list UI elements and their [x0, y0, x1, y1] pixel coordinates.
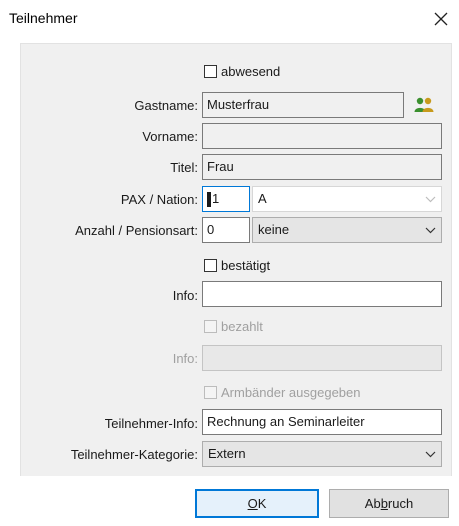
window-title: Teilnehmer [9, 10, 78, 26]
teilnehmer-info-input[interactable]: Rechnung an Seminarleiter [202, 409, 442, 435]
armbaender-checkbox-row[interactable]: Armbänder ausgegeben [204, 385, 361, 400]
pax-value: 1 [212, 191, 220, 206]
bezahlt-checkbox[interactable] [204, 320, 217, 333]
info-disabled-input[interactable] [202, 345, 442, 371]
pensionsart-value: keine [258, 222, 290, 237]
teilnehmer-kategorie-value: Extern [208, 446, 246, 461]
chevron-down-icon [419, 442, 441, 466]
info-input[interactable] [202, 281, 442, 307]
teilnehmer-kategorie-label: Teilnehmer-Kategorie: [70, 447, 198, 462]
bestaetigt-label: bestätigt [221, 258, 271, 273]
bestaetigt-checkbox-row[interactable]: bestätigt [204, 258, 270, 273]
ok-button[interactable]: OK [195, 489, 319, 518]
teilnehmer-kategorie-select[interactable]: Extern [202, 441, 442, 467]
nation-value: A [258, 191, 267, 206]
bestaetigt-checkbox[interactable] [204, 259, 217, 272]
text-cursor [207, 192, 211, 208]
armbaender-label: Armbänder ausgegeben [221, 385, 361, 400]
pax-nation-label: PAX / Nation: [120, 192, 198, 207]
bezahlt-checkbox-row[interactable]: bezahlt [204, 319, 263, 334]
people-icon[interactable] [413, 95, 435, 115]
title-bar: Teilnehmer [0, 0, 459, 40]
titel-label: Titel: [170, 160, 198, 175]
ok-mnemonic: O [247, 496, 258, 511]
armbaender-checkbox[interactable] [204, 386, 217, 399]
gastname-field[interactable]: Musterfrau [202, 92, 404, 118]
info-label: Info: [172, 288, 198, 303]
ok-label-rest: K [257, 496, 267, 511]
vorname-label: Vorname: [142, 129, 198, 144]
chevron-down-icon [419, 218, 441, 242]
abwesend-label: abwesend [221, 64, 281, 79]
close-icon [434, 12, 448, 26]
anzahl-pensionsart-label: Anzahl / Pensionsart: [75, 223, 198, 238]
cancel-label-pre: Ab [364, 496, 381, 511]
titel-field[interactable]: Frau [202, 154, 442, 180]
vorname-field[interactable] [202, 123, 442, 149]
pensionsart-select[interactable]: keine [252, 217, 442, 243]
cancel-mnemonic: b [380, 496, 388, 511]
nation-select[interactable]: A [252, 186, 442, 212]
anzahl-input[interactable]: 0 [202, 217, 250, 243]
abwesend-checkbox[interactable] [204, 65, 217, 78]
info-disabled-label: Info: [172, 351, 198, 366]
teilnehmer-info-label: Teilnehmer-Info: [104, 416, 198, 431]
cancel-button[interactable]: Ab b ruch [329, 489, 449, 518]
gastname-label: Gastname: [134, 98, 198, 113]
pax-input[interactable]: 1 [202, 186, 250, 212]
bezahlt-label: bezahlt [221, 319, 263, 334]
cancel-label-post: ruch [387, 496, 414, 511]
abwesend-checkbox-row[interactable]: abwesend [204, 64, 280, 79]
close-button[interactable] [428, 6, 454, 32]
chevron-down-icon [419, 187, 441, 211]
